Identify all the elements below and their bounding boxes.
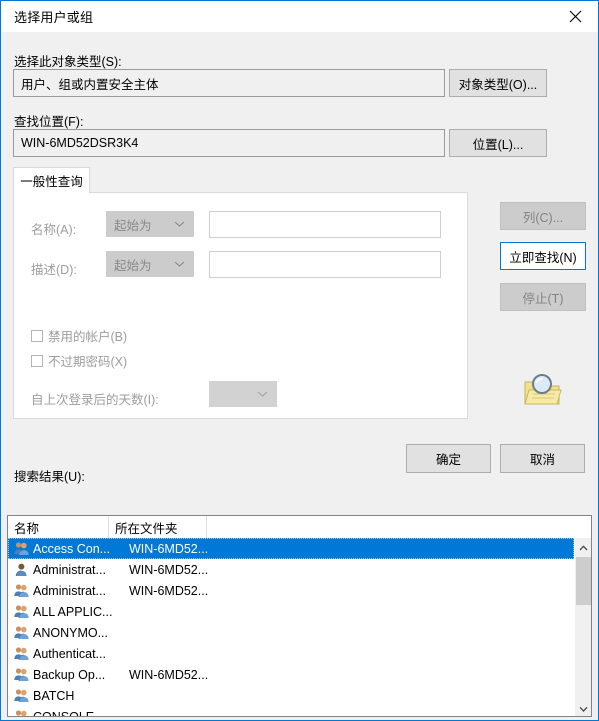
days-since-logon-select[interactable]	[209, 381, 277, 407]
table-row[interactable]: ANONYMO...	[8, 622, 574, 643]
title-bar: 选择用户或组	[1, 1, 598, 32]
group-icon	[13, 688, 30, 704]
row-name: ALL APPLIC...	[33, 604, 113, 619]
row-folder: WIN-6MD52...	[129, 541, 209, 556]
row-name: Administrat...	[33, 562, 106, 577]
chevron-down-icon	[257, 391, 268, 398]
result-rows: Access Con... WIN-6MD52... Administrat... W…	[8, 538, 574, 716]
table-row[interactable]: Backup Op... WIN-6MD52...	[8, 664, 574, 685]
group-icon	[13, 625, 30, 641]
checkbox-box	[31, 354, 43, 367]
object-types-button[interactable]: 对象类型(O)...	[449, 69, 547, 97]
scrollbar-thumb[interactable]	[576, 557, 591, 605]
table-row[interactable]: CONSOLE ...	[8, 706, 574, 717]
group-icon	[13, 541, 30, 557]
disabled-accounts-checkbox[interactable]: 禁用的帐户(B)	[31, 326, 127, 345]
days-since-logon-label: 自上次登录后的天数(I):	[31, 393, 159, 407]
row-name: Backup Op...	[33, 667, 106, 682]
chevron-down-icon	[579, 701, 588, 715]
table-row[interactable]: Access Con... WIN-6MD52...	[8, 538, 574, 559]
column-header-row: 名称 所在文件夹	[8, 516, 591, 539]
common-queries-panel: 名称(A): 起始为 描述(D): 起始为 禁用的帐户(B) 不过期密码(X) …	[13, 192, 468, 419]
results-scrollbar[interactable]	[574, 538, 591, 716]
non-expiring-password-label: 不过期密码(X)	[48, 355, 128, 369]
non-expiring-password-checkbox[interactable]: 不过期密码(X)	[31, 351, 127, 370]
search-results-label: 搜索结果(U):	[14, 470, 85, 484]
chevron-down-icon	[174, 221, 185, 228]
row-folder: WIN-6MD52...	[129, 583, 209, 598]
scroll-up-button[interactable]	[575, 538, 591, 555]
location-label: 查找位置(F):	[14, 115, 84, 129]
user-icon	[13, 562, 30, 578]
close-button[interactable]	[552, 1, 598, 31]
group-icon	[13, 646, 30, 662]
disabled-accounts-label: 禁用的帐户(B)	[48, 330, 128, 344]
row-folder: WIN-6MD52...	[129, 667, 209, 682]
dialog-body: 选择此对象类型(S): 用户、组或内置安全主体 对象类型(O)... 查找位置(…	[1, 32, 598, 720]
chevron-down-icon	[174, 261, 185, 268]
description-input[interactable]	[209, 251, 441, 278]
find-now-button[interactable]: 立即查找(N)	[500, 242, 586, 270]
table-row[interactable]: ALL APPLIC...	[8, 601, 574, 622]
column-header-folder[interactable]: 所在文件夹	[109, 516, 207, 538]
checkbox-box	[31, 329, 43, 342]
name-condition-select[interactable]: 起始为	[106, 211, 194, 237]
object-type-input[interactable]: 用户、组或内置安全主体	[13, 69, 445, 97]
object-type-label: 选择此对象类型(S):	[14, 55, 122, 69]
row-name: ANONYMO...	[33, 625, 109, 640]
cancel-button[interactable]: 取消	[500, 444, 585, 473]
row-name: CONSOLE ...	[33, 709, 109, 717]
column-header-name[interactable]: 名称	[8, 516, 109, 538]
search-folder-icon	[519, 370, 564, 412]
table-row[interactable]: BATCH	[8, 685, 574, 706]
row-name: BATCH	[33, 688, 75, 703]
table-row[interactable]: Administrat... WIN-6MD52...	[8, 580, 574, 601]
stop-button[interactable]: 停止(T)	[500, 283, 586, 311]
row-name: Administrat...	[33, 583, 106, 598]
group-icon	[13, 604, 30, 620]
locations-button[interactable]: 位置(L)...	[449, 129, 547, 157]
table-row[interactable]: Authenticat...	[8, 643, 574, 664]
row-name: Access Con...	[33, 541, 111, 556]
select-users-or-groups-dialog: 选择用户或组 选择此对象类型(S): 用户、组或内置安全主体 对象类型(O)..…	[0, 0, 599, 721]
description-condition-value: 起始为	[114, 258, 152, 273]
dialog-title: 选择用户或组	[14, 10, 94, 25]
columns-button[interactable]: 列(C)...	[500, 202, 586, 230]
location-input[interactable]: WIN-6MD52DSR3K4	[13, 129, 445, 157]
tab-common-queries[interactable]: 一般性查询	[13, 167, 90, 193]
close-icon	[569, 10, 582, 23]
row-folder: WIN-6MD52...	[129, 562, 209, 577]
description-condition-select[interactable]: 起始为	[106, 251, 194, 277]
ok-button[interactable]: 确定	[406, 444, 491, 473]
chevron-up-icon	[579, 540, 588, 554]
search-results-list[interactable]: 名称 所在文件夹 Access Con... WIN-6MD52... Admini…	[7, 515, 592, 717]
name-condition-value: 起始为	[114, 218, 152, 233]
row-name: Authenticat...	[33, 646, 106, 661]
group-icon	[13, 583, 30, 599]
group-icon	[13, 667, 30, 683]
name-label: 名称(A):	[31, 223, 77, 237]
group-icon	[13, 709, 30, 717]
description-label: 描述(D):	[31, 263, 77, 277]
scroll-down-button[interactable]	[575, 699, 591, 716]
table-row[interactable]: Administrat... WIN-6MD52...	[8, 559, 574, 580]
name-input[interactable]	[209, 211, 441, 238]
